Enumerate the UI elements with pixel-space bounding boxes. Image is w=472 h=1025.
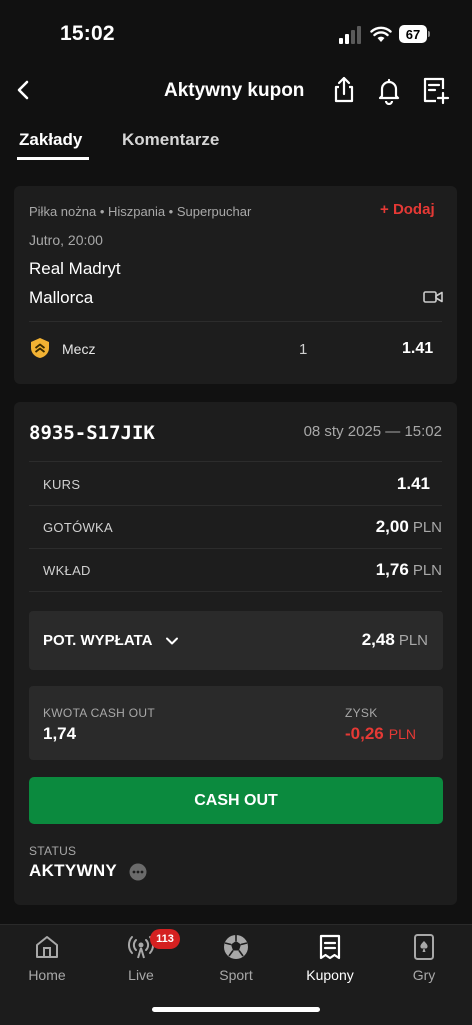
share-icon[interactable] <box>329 75 359 105</box>
live-count-badge: 113 <box>150 929 180 949</box>
active-tab-indicator <box>17 157 89 160</box>
row-label-kurs: KURS <box>43 477 81 492</box>
status-label: STATUS <box>29 844 77 858</box>
event-datetime: Jutro, 20:00 <box>29 232 103 248</box>
selection-odds: 1.41 <box>402 340 434 357</box>
coupon-date: 08 sty 2025 — 15:02 <box>303 423 442 440</box>
tab-komentarze[interactable]: Komentarze <box>122 130 219 150</box>
row-label-wklad: WKŁAD <box>43 563 91 578</box>
row-value-gotowka: 2,00 PLN <box>375 517 442 536</box>
potential-payout-toggle[interactable]: POT. WYPŁATA 2,48 PLN <box>29 611 443 670</box>
home-icon <box>36 936 58 958</box>
plus-icon: + <box>380 201 393 218</box>
cashout-amount: 1,74 <box>43 724 77 743</box>
cards-icon <box>414 934 434 960</box>
soccer-ball-icon <box>224 935 248 959</box>
coupon-id: 8935-S17JIK <box>29 422 155 444</box>
selection: 1 <box>299 341 308 358</box>
event-card: Piłka nożna • Hiszpania • Superpuchar + … <box>14 186 457 384</box>
nav-gry[interactable]: Gry <box>384 933 464 983</box>
add-button[interactable]: + Dodaj <box>380 201 435 218</box>
league-breadcrumb: Piłka nożna • Hiszpania • Superpuchar <box>29 204 252 219</box>
video-camera-icon[interactable] <box>423 289 443 305</box>
back-arrow-icon[interactable] <box>12 76 36 104</box>
profit-value: -0,26 PLN <box>345 724 416 743</box>
tab-zaklady[interactable]: Zakłady <box>19 130 82 150</box>
coupon-icon <box>319 934 341 960</box>
page-title: Aktywny kupon <box>164 80 305 101</box>
nav-sport[interactable]: Sport <box>196 933 276 983</box>
battery-icon: 67 <box>399 25 431 43</box>
wifi-icon <box>370 26 392 42</box>
nav-kupony[interactable]: Kupony <box>290 933 370 983</box>
payout-value: 2,48 PLN <box>361 630 428 649</box>
cashout-button[interactable]: CASH OUT <box>29 777 443 824</box>
team-away: Mallorca <box>29 288 94 307</box>
shield-chevron-icon <box>31 338 49 358</box>
row-value-kurs: 1.41 <box>396 474 430 493</box>
clock: 15:02 <box>60 22 115 45</box>
cashout-amount-label: KWOTA CASH OUT <box>43 706 155 720</box>
market-name: Mecz <box>62 341 96 357</box>
battery-level: 67 <box>399 25 427 43</box>
status-bar: 15:02 67 <box>0 0 472 64</box>
chevron-down-icon <box>166 637 178 645</box>
payout-label: POT. WYPŁATA <box>43 632 153 649</box>
status-value: AKTYWNY <box>29 861 118 880</box>
profit-label: ZYSK <box>345 706 378 720</box>
bell-icon[interactable] <box>374 75 404 105</box>
row-value-wklad: 1,76 PLN <box>375 560 442 579</box>
row-label-gotowka: GOTÓWKA <box>43 520 113 535</box>
nav-home[interactable]: Home <box>7 933 87 983</box>
team-home: Real Madryt <box>29 259 121 278</box>
add-note-icon[interactable] <box>420 75 450 105</box>
home-indicator <box>152 1007 320 1012</box>
cashout-summary: KWOTA CASH OUT 1,74 ZYSK -0,26 PLN <box>29 686 443 760</box>
cellular-signal-icon <box>339 26 361 44</box>
more-info-icon[interactable] <box>129 863 147 881</box>
